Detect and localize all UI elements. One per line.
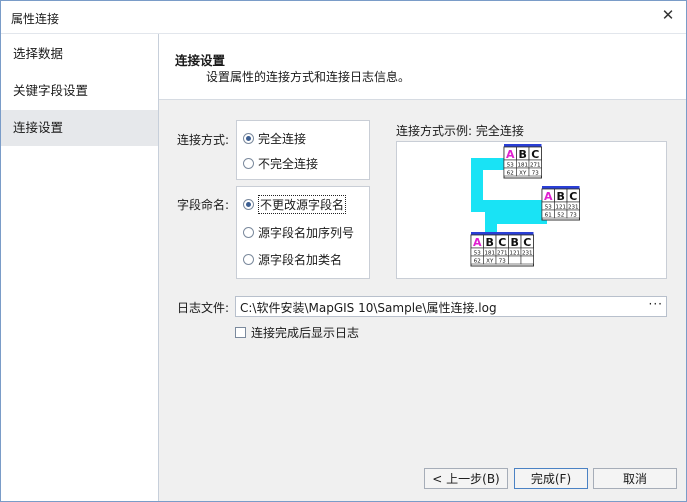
table-cell: XY <box>486 259 494 265</box>
radio-add-serial[interactable]: 源字段名加序列号 <box>243 222 354 242</box>
preview-label: 连接方式示例: 完全连接 <box>396 124 524 138</box>
join-mode-label: 连接方式: <box>177 133 230 147</box>
radio-button[interactable] <box>243 157 254 169</box>
table-cell: 52 <box>557 213 564 219</box>
table-cell: 62 <box>507 171 514 177</box>
table-header-cell: B <box>519 148 527 161</box>
page-subtitle: 设置属性的连接方式和连接日志信息。 <box>206 70 411 84</box>
radio-button[interactable] <box>243 253 254 265</box>
radio-button[interactable] <box>243 198 254 210</box>
window-title: 属性连接 <box>11 12 60 26</box>
table-cell: 53 <box>474 251 481 257</box>
table-header-cell: A <box>506 148 515 161</box>
join-preview-image: A B C 53 181 271 62 XY 73 A B C 53 121 231 61 52 73 A B C B C 5… <box>396 141 667 279</box>
radio-keep-source-name[interactable]: 不更改源字段名 <box>243 194 347 214</box>
table-header-cell: B <box>511 236 519 249</box>
table-cell: 73 <box>532 171 539 177</box>
radio-label: 不完全连接 <box>258 156 319 171</box>
sidebar-item-label: 连接设置 <box>13 120 64 135</box>
table-cell: XY <box>519 171 527 177</box>
result-table: A B C B C53 181 271 121 23162 XY 73 <box>470 232 534 267</box>
table-cell: 121 <box>510 251 521 257</box>
table-cell: 231 <box>568 205 579 211</box>
radio-button[interactable] <box>243 226 254 238</box>
table-cell: 53 <box>507 163 514 169</box>
table-header-cell: C <box>498 236 506 249</box>
source-table-2: A B C 53 121 231 61 52 73 <box>541 186 580 221</box>
source-table-1: A B C 53 181 271 62 XY 73 <box>503 144 542 179</box>
sidebar-item-key-fields[interactable]: 关键字段设置 <box>1 73 158 109</box>
table-cell: 73 <box>570 213 577 219</box>
log-file-label: 日志文件: <box>177 301 230 315</box>
table-cell: 231 <box>522 251 533 257</box>
radio-label: 源字段名加类名 <box>258 252 343 267</box>
field-naming-group: 不更改源字段名 源字段名加序列号 源字段名加类名 <box>236 186 370 279</box>
log-file-path: C:\软件安装\MapGIS 10\Sample\属性连接.log <box>240 301 497 315</box>
table-header-cell: A <box>544 190 553 203</box>
radio-partial-join[interactable]: 不完全连接 <box>243 153 318 173</box>
dialog-window: 属性连接 ✕ 选择数据 关键字段设置 连接设置 连接设置 设置属性的连接方式和连… <box>0 0 687 502</box>
sidebar-item-join-settings[interactable]: 连接设置 <box>1 110 158 146</box>
table-cell: 181 <box>518 163 529 169</box>
show-log-option[interactable]: 连接完成后显示日志 <box>235 324 359 341</box>
wizard-sidebar: 选择数据 关键字段设置 连接设置 <box>1 34 159 501</box>
back-button[interactable]: < 上一步(B) <box>424 468 508 489</box>
page-header: 连接设置 设置属性的连接方式和连接日志信息。 <box>159 34 686 100</box>
sidebar-item-label: 关键字段设置 <box>13 83 89 98</box>
table-cell: 62 <box>474 259 481 265</box>
radio-label: 完全连接 <box>258 131 307 146</box>
page-title: 连接设置 <box>175 53 226 68</box>
join-mode-group: 完全连接 不完全连接 <box>236 120 370 180</box>
table-cell: 181 <box>485 251 496 257</box>
sidebar-item-label: 选择数据 <box>13 46 64 61</box>
close-icon[interactable]: ✕ <box>660 7 676 23</box>
table-header-cell: C <box>523 236 531 249</box>
table-cell: 61 <box>545 213 552 219</box>
radio-add-class-name[interactable]: 源字段名加类名 <box>243 249 342 269</box>
log-file-input[interactable]: C:\软件安装\MapGIS 10\Sample\属性连接.log ··· <box>235 296 667 317</box>
join-preview-diagram: A B C53 181 27162 XY 73A B C53 121 23161 52 73A B C B C5… <box>470 144 580 267</box>
main-content: 连接方式: 完全连接 不完全连接 字段命名: 不更改源字段名 源字段名加序列号 <box>159 100 686 501</box>
radio-button[interactable] <box>243 132 254 144</box>
radio-label: 不更改源字段名 <box>258 194 347 214</box>
cancel-button[interactable]: 取消 <box>593 468 677 489</box>
sidebar-item-select-data[interactable]: 选择数据 <box>1 36 158 72</box>
show-log-checkbox[interactable] <box>235 327 246 338</box>
radio-label: 源字段名加序列号 <box>258 225 355 240</box>
title-bar: 属性连接 ✕ <box>1 1 686 34</box>
table-header-cell: C <box>569 190 577 203</box>
table-cell: 271 <box>530 163 541 169</box>
table-header-cell: A <box>473 236 482 249</box>
table-cell: 271 <box>497 251 508 257</box>
table-cell: 73 <box>499 259 506 265</box>
table-header-cell: B <box>486 236 494 249</box>
finish-button[interactable]: 完成(F) <box>514 468 588 489</box>
show-log-label: 连接完成后显示日志 <box>251 326 360 340</box>
table-header-cell: C <box>531 148 539 161</box>
table-cell: 121 <box>556 205 567 211</box>
table-cell: 53 <box>545 205 552 211</box>
radio-full-join[interactable]: 完全连接 <box>243 128 306 148</box>
browse-button[interactable]: ··· <box>649 297 663 311</box>
field-naming-label: 字段命名: <box>177 198 230 212</box>
table-header-cell: B <box>557 190 565 203</box>
